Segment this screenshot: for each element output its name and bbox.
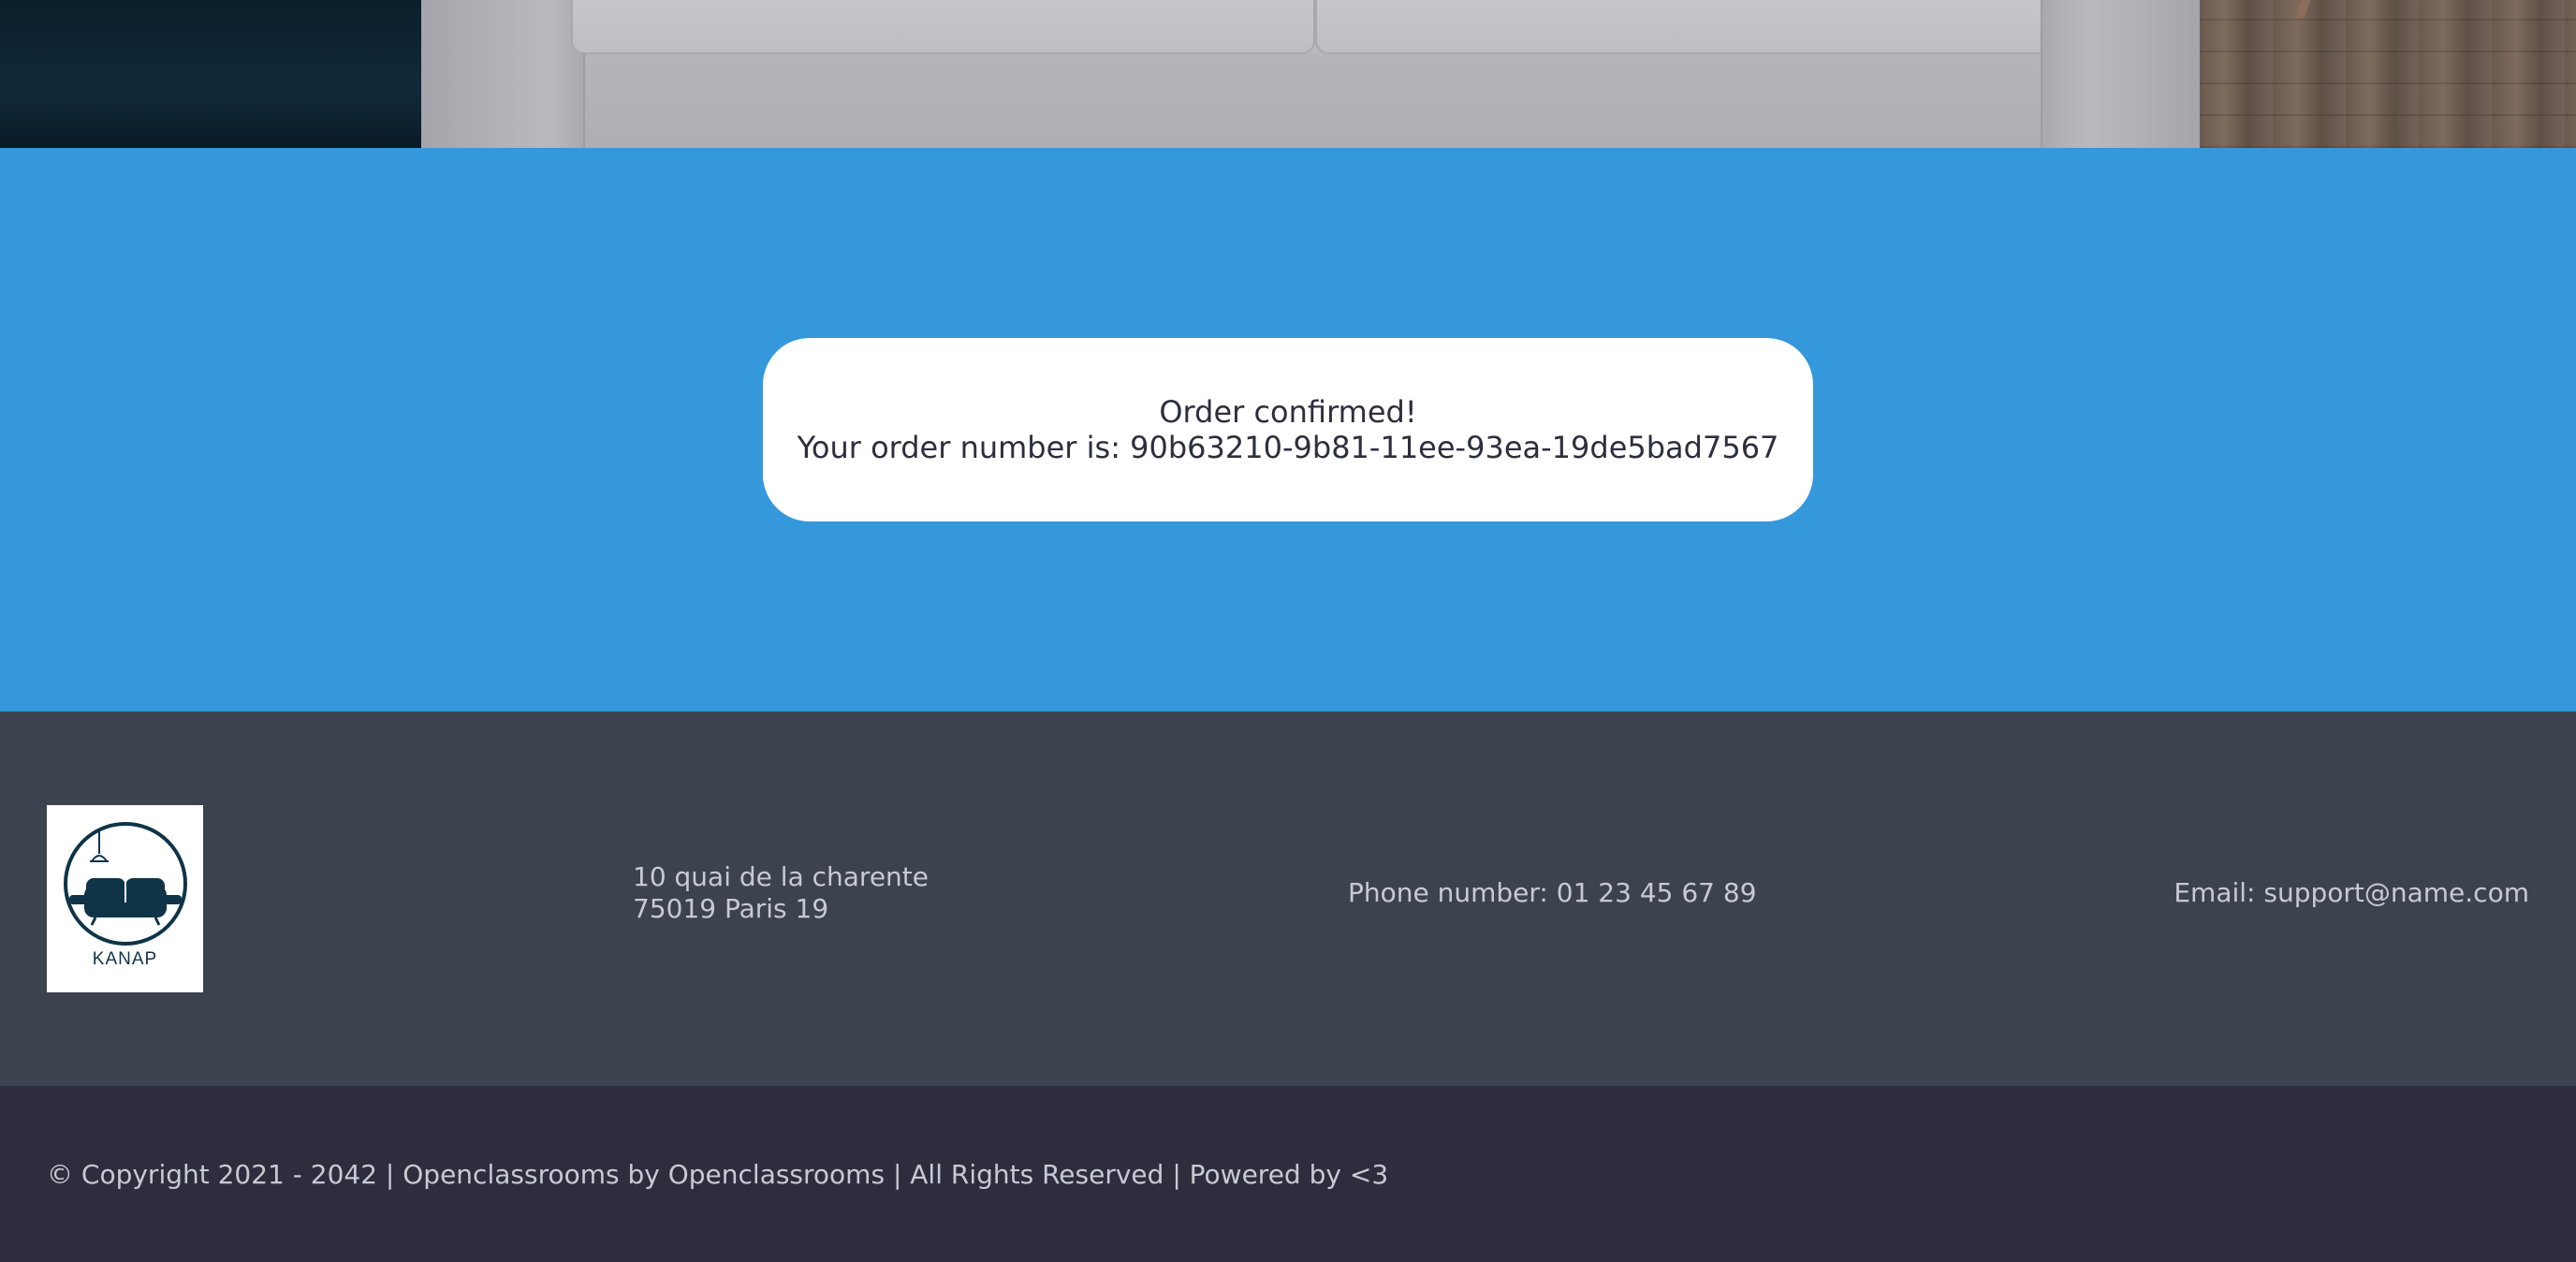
confirmation-card: Order confirmed! Your order number is: 9… bbox=[763, 338, 1813, 521]
address-line-2: 75019 Paris 19 bbox=[633, 893, 829, 924]
footer-address: 10 quai de la charente 75019 Paris 19 bbox=[633, 861, 929, 925]
kanap-logo[interactable]: KANAP bbox=[47, 805, 203, 992]
sofa-logo-icon bbox=[63, 822, 187, 946]
sofa-base bbox=[585, 54, 2041, 148]
sofa-image bbox=[421, 0, 2200, 148]
sofa-cushion-left bbox=[571, 0, 1315, 54]
order-number: Your order number is: 90b63210-9b81-11ee… bbox=[797, 430, 1779, 465]
confirmation-title: Order confirmed! bbox=[1159, 394, 1417, 430]
logo-text: KANAP bbox=[92, 949, 158, 969]
hero-banner bbox=[0, 0, 2576, 148]
footer-phone: Phone number: 01 23 45 67 89 bbox=[1348, 877, 1757, 908]
hero-floor bbox=[2200, 0, 2576, 148]
footer: KANAP 10 quai de la charente 75019 Paris… bbox=[0, 712, 2576, 1086]
copyright-text: © Copyright 2021 - 2042 | Openclassrooms… bbox=[47, 1158, 1389, 1190]
copyright-bar: © Copyright 2021 - 2042 | Openclassrooms… bbox=[0, 1086, 2576, 1262]
sofa-arm-right bbox=[2041, 0, 2200, 148]
address-line-1: 10 quai de la charente bbox=[633, 861, 929, 892]
footer-email[interactable]: Email: support@name.com bbox=[2174, 877, 2529, 908]
hero-wall bbox=[0, 0, 421, 148]
sofa-cushion-right bbox=[1315, 0, 2050, 54]
confirmation-section: Order confirmed! Your order number is: 9… bbox=[0, 148, 2576, 712]
sofa-arm-left bbox=[421, 0, 585, 148]
